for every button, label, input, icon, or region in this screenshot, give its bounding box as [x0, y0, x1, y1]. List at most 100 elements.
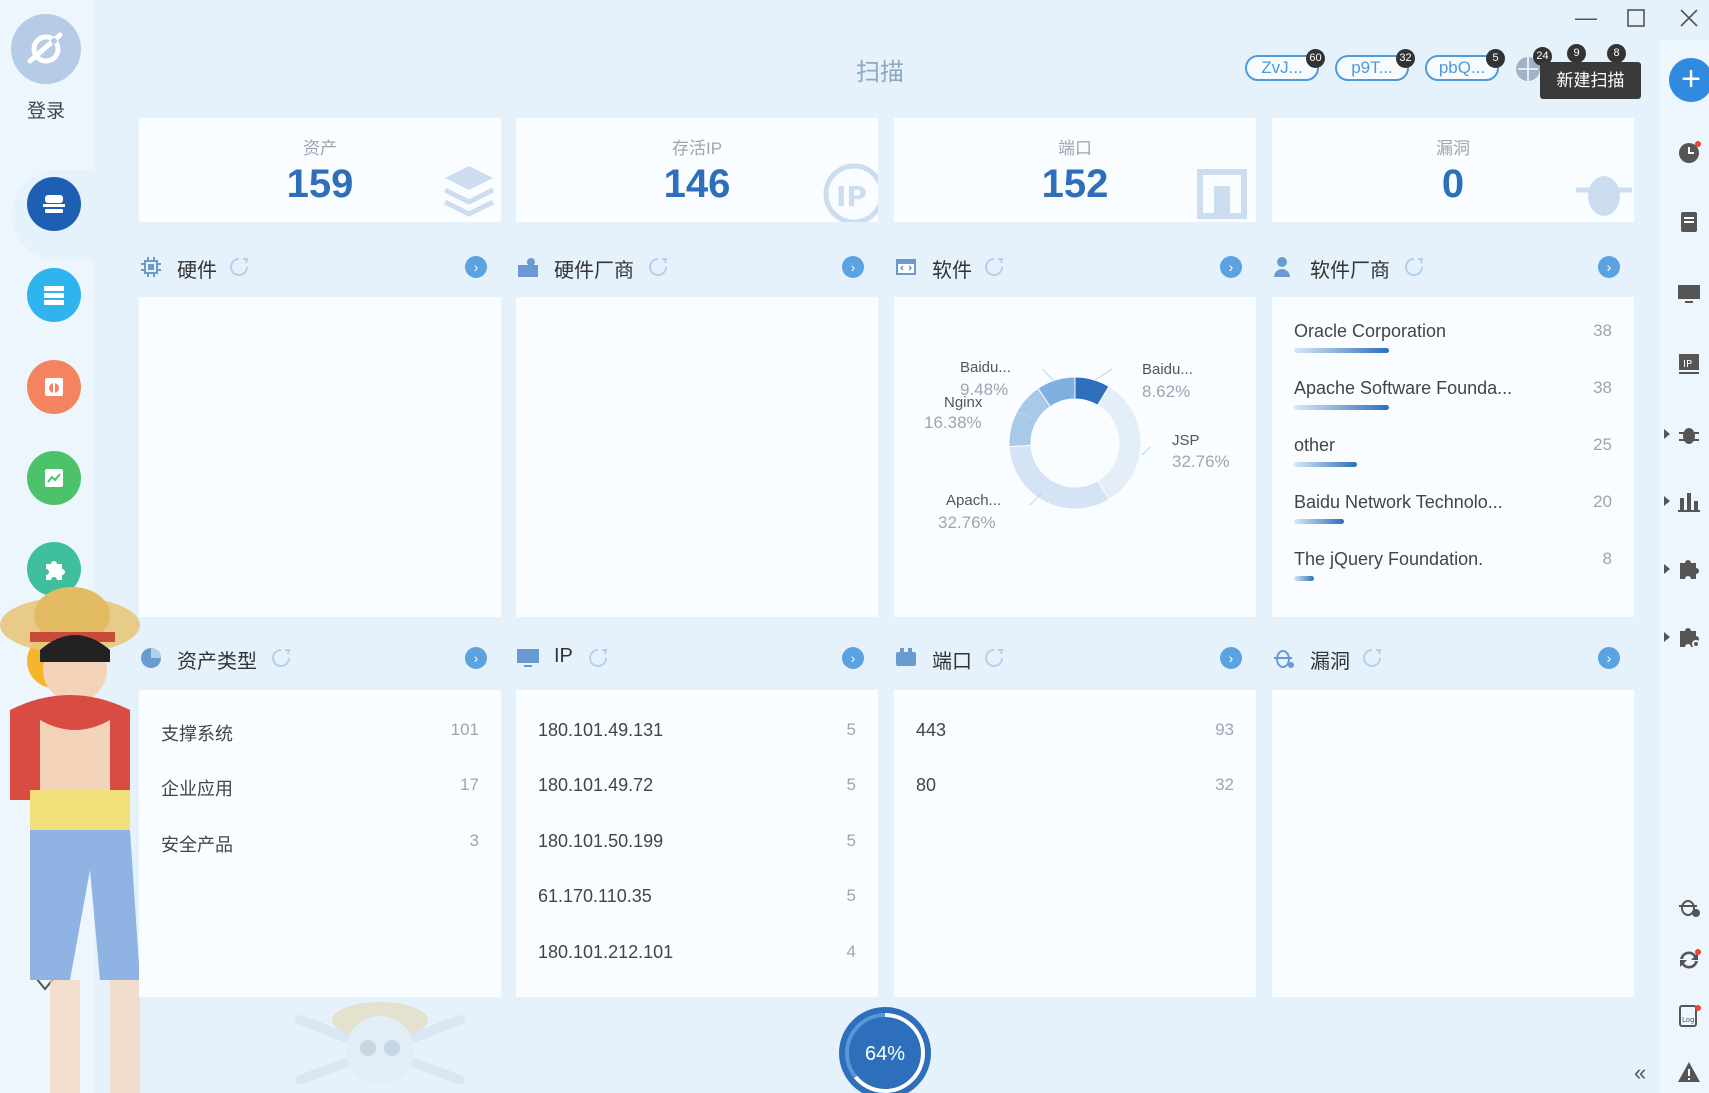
list-item[interactable]: 180.101.49.72 5 — [538, 775, 856, 799]
task-chip-label: p9T... — [1351, 58, 1393, 77]
vendor-row[interactable]: Oracle Corporation 38 — [1294, 321, 1612, 361]
item-name: 安全产品 — [161, 835, 233, 855]
list-item[interactable]: 支撑系统 101 — [161, 720, 479, 744]
section-header-hardware-vendor: 硬件厂商 › — [516, 252, 878, 282]
warning-button[interactable] — [1671, 1054, 1707, 1090]
task-chip-2[interactable]: p9T... 32 — [1335, 49, 1415, 81]
refresh-icon[interactable] — [648, 257, 668, 277]
refresh-icon[interactable] — [1362, 648, 1382, 668]
nav-assets-button[interactable] — [27, 268, 81, 322]
power-icon[interactable] — [28, 843, 62, 877]
refresh-icon[interactable] — [229, 257, 249, 277]
nav-scan-button[interactable] — [27, 177, 81, 231]
section-expand-button[interactable]: › — [842, 256, 864, 278]
section-expand-button[interactable]: › — [465, 256, 487, 278]
expand-arrow-icon[interactable] — [1664, 429, 1670, 439]
document-icon — [1681, 212, 1697, 232]
page-title: 扫描 — [856, 59, 904, 86]
expand-arrow-icon[interactable] — [1664, 496, 1670, 506]
bar-chart-icon — [1678, 493, 1700, 512]
section-title: 资产类型 — [177, 651, 257, 673]
task-chip-3[interactable]: pbQ... 5 — [1425, 49, 1505, 81]
vendor-row[interactable]: Apache Software Founda... 38 — [1294, 378, 1612, 418]
software-donut-chart[interactable]: Baidu... 9.48% Nginx 16.38% Baidu... 8.6… — [894, 297, 1256, 617]
sync-button[interactable] — [1671, 942, 1707, 978]
task-chip-1[interactable]: ZvJ... 60 — [1245, 49, 1325, 81]
list-item[interactable]: 180.101.50.199 5 — [538, 831, 856, 855]
section-expand-button[interactable]: › — [1598, 256, 1620, 278]
ip-button[interactable]: IP — [1671, 346, 1707, 382]
nav-vulns-button[interactable] — [27, 360, 81, 414]
maximize-button[interactable] — [1616, 4, 1656, 32]
list-item[interactable]: 61.170.110.35 5 — [538, 886, 856, 910]
stat-card-assets[interactable]: 资产 159 — [139, 118, 501, 222]
scan-progress-indicator[interactable]: 64% — [837, 1005, 933, 1093]
section-expand-button[interactable]: › — [1220, 256, 1242, 278]
label-apache-pct: 32.76% — [938, 513, 996, 532]
log-icon: Log — [1679, 1005, 1701, 1027]
expand-arrow-icon[interactable] — [1664, 564, 1670, 574]
stat-card-live-ip[interactable]: 存活IP 146 IP — [516, 118, 878, 222]
warning-icon — [1678, 1062, 1700, 1082]
donut-slice-apach-1[interactable] — [1008, 444, 1110, 510]
refresh-icon[interactable] — [984, 648, 1004, 668]
refresh-icon[interactable] — [1404, 257, 1424, 277]
report-button[interactable] — [1671, 204, 1707, 240]
menu-hamburger-icon[interactable] — [28, 925, 62, 959]
close-button[interactable] — [1669, 4, 1709, 32]
section-expand-button[interactable]: › — [465, 647, 487, 669]
item-count: 5 — [846, 831, 856, 850]
vendor-name: Apache Software Founda... — [1294, 378, 1513, 398]
puzzle-gear-icon — [1680, 628, 1700, 648]
section-title: 硬件厂商 — [554, 260, 634, 282]
list-item[interactable]: 180.101.49.131 5 — [538, 720, 856, 744]
globe-button[interactable]: 24 — [1514, 47, 1552, 83]
stat-card-vulns[interactable]: 漏洞 0 — [1272, 118, 1634, 222]
stats-button[interactable] — [1671, 483, 1707, 519]
settings-gear-icon[interactable] — [28, 886, 62, 920]
list-item[interactable]: 80 32 — [916, 775, 1234, 799]
stat-label: 存活IP — [671, 139, 723, 158]
nav-monitor-button[interactable] — [27, 451, 81, 505]
refresh-icon[interactable] — [588, 648, 608, 668]
app-logo-icon[interactable] — [11, 14, 81, 84]
expand-arrow-icon[interactable] — [1664, 632, 1670, 642]
nav-plugins-button[interactable] — [27, 542, 81, 596]
list-item[interactable]: 安全产品 3 — [161, 831, 479, 855]
close-icon — [1680, 9, 1698, 27]
history-button[interactable] — [1671, 134, 1707, 170]
item-count: 93 — [1215, 720, 1234, 739]
log-button[interactable]: Log — [1671, 998, 1707, 1034]
login-label[interactable]: 登录 — [10, 96, 82, 123]
minimize-button[interactable]: — — [1566, 4, 1606, 32]
list-item[interactable]: 443 93 — [916, 720, 1234, 744]
diamond-icon[interactable] — [28, 964, 62, 998]
refresh-icon[interactable] — [984, 257, 1004, 277]
progress-text: 64% — [865, 1043, 905, 1065]
bug-icon — [1679, 428, 1699, 444]
bug-scan-button[interactable] — [1671, 888, 1707, 924]
list-item[interactable]: 180.101.212.101 4 — [538, 942, 856, 966]
section-expand-button[interactable]: › — [1598, 647, 1620, 669]
section-expand-button[interactable]: › — [842, 647, 864, 669]
vuln-tool-button[interactable] — [1671, 416, 1707, 452]
list-item[interactable]: 企业应用 17 — [161, 775, 479, 799]
nav-ai-button[interactable]: Ai — [27, 634, 81, 688]
plugin-button[interactable] — [1671, 551, 1707, 587]
refresh-icon[interactable] — [271, 648, 291, 668]
login-block[interactable]: 登录 — [10, 14, 82, 123]
label-jsp-name: JSP — [1172, 432, 1200, 449]
plugin-settings-button[interactable] — [1671, 619, 1707, 655]
collapse-panel-button[interactable]: « — [1634, 1060, 1658, 1088]
bug-icon — [45, 378, 63, 396]
stat-card-ports[interactable]: 端口 152 — [894, 118, 1256, 222]
software-panel: Baidu... 9.48% Nginx 16.38% Baidu... 8.6… — [894, 297, 1256, 617]
vendor-row[interactable]: Baidu Network Technolo... 20 — [1294, 492, 1612, 532]
vendor-row[interactable]: other 25 — [1294, 435, 1612, 475]
donut-slice-jsp-0[interactable] — [1096, 385, 1142, 501]
item-count: 32 — [1215, 775, 1234, 794]
monitor-button[interactable] — [1671, 276, 1707, 312]
vendor-row[interactable]: The jQuery Foundation. 8 — [1294, 549, 1612, 589]
new-scan-button[interactable]: + — [1669, 58, 1709, 102]
section-expand-button[interactable]: › — [1220, 647, 1242, 669]
